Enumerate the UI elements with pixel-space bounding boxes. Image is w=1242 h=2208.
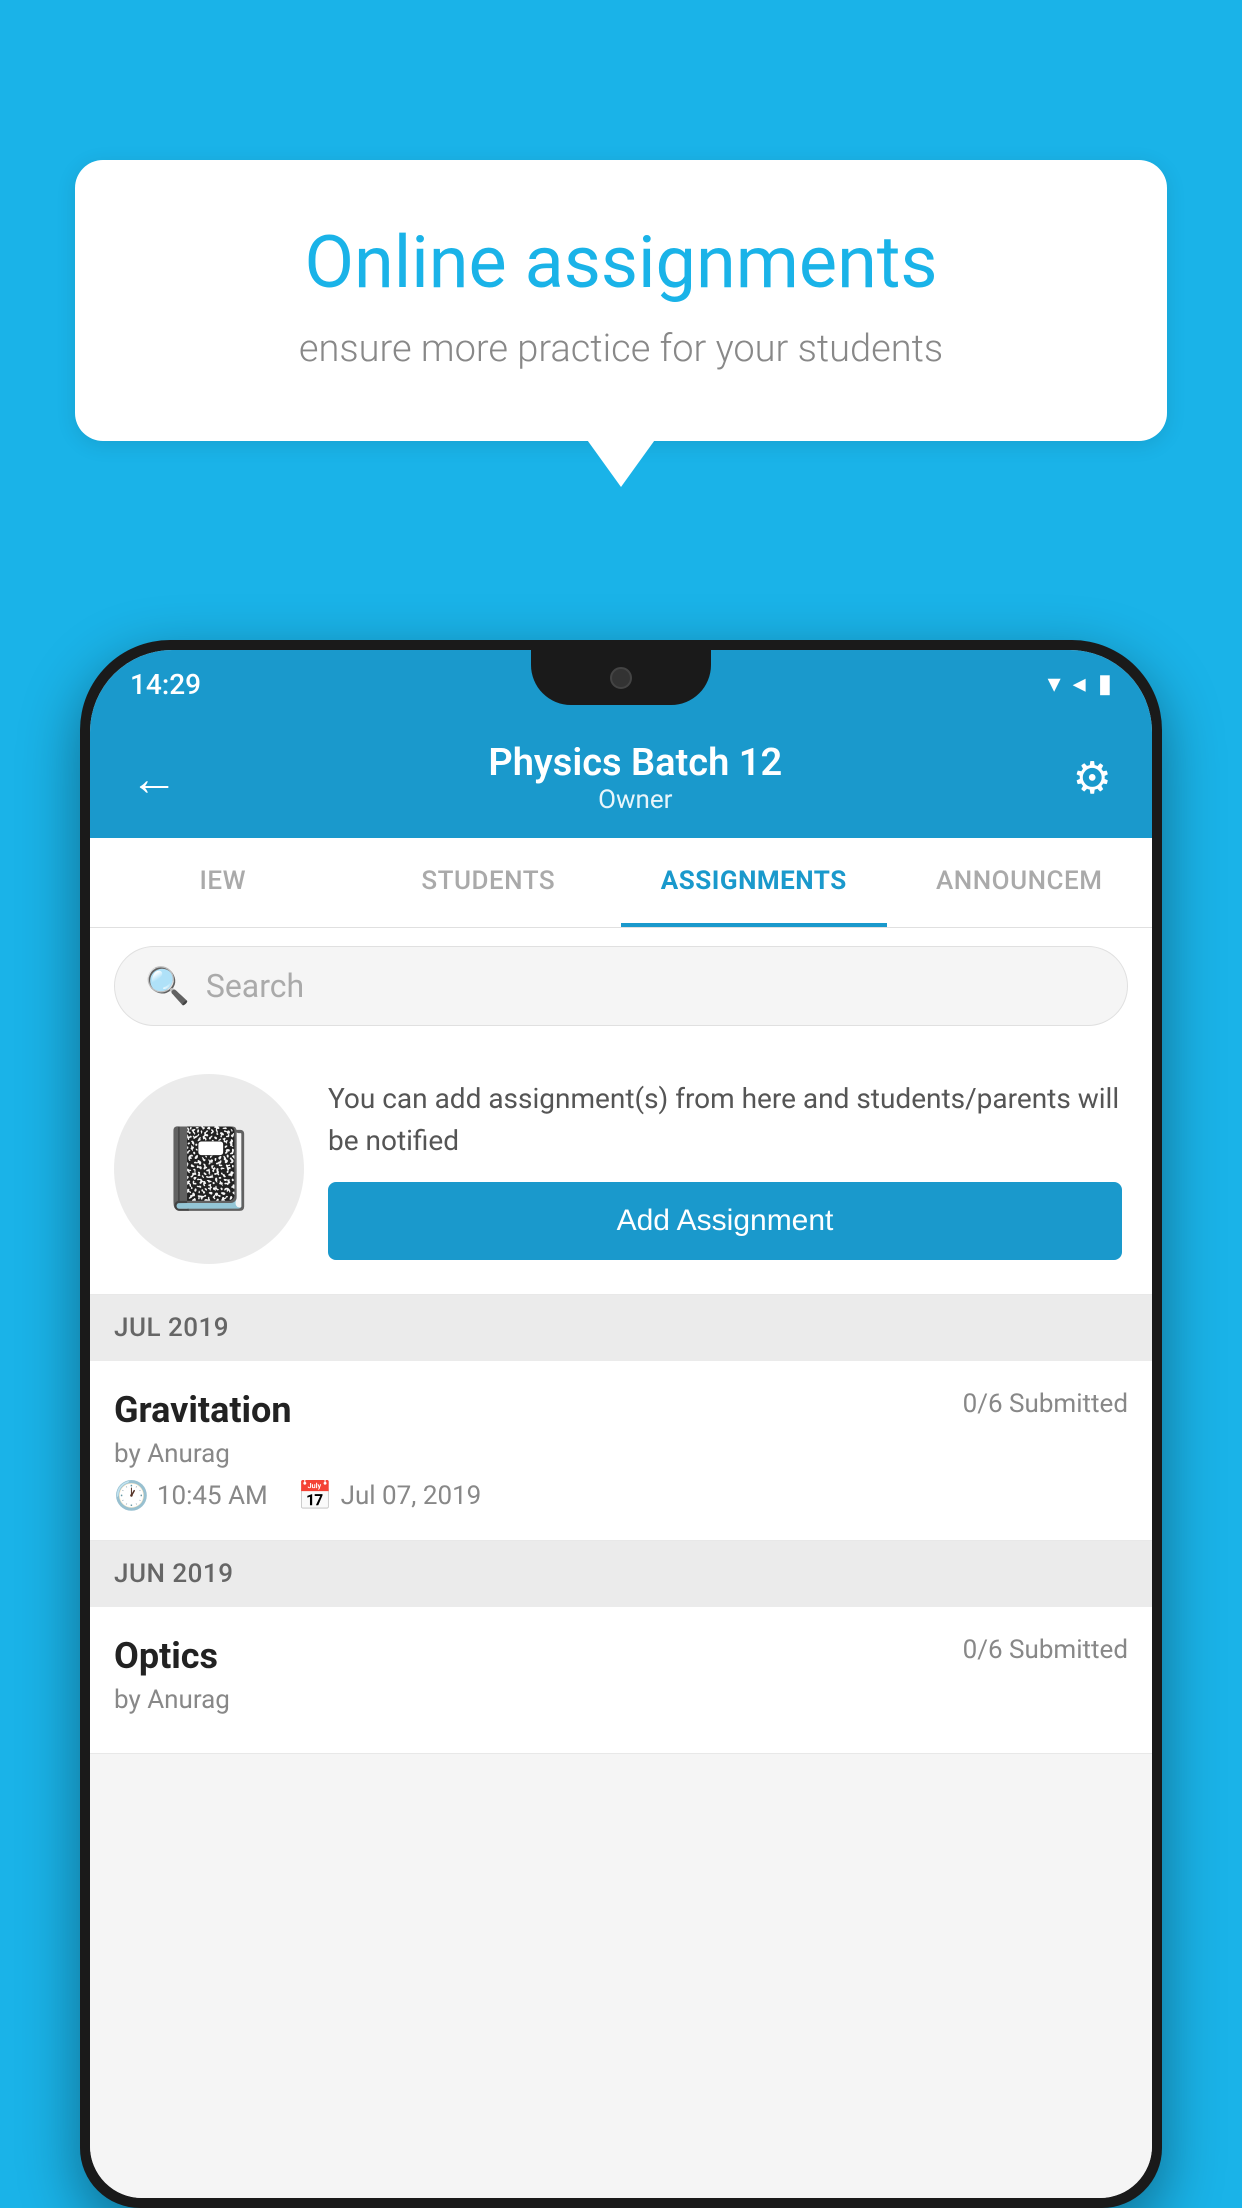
- phone-screen: 14:29 ▾ ◂ ▮ ← Physics Batch 12 Owner ⚙ I…: [90, 650, 1152, 2198]
- assignment-meta-gravitation: 🕐 10:45 AM 📅 Jul 07, 2019: [114, 1479, 1128, 1512]
- assignment-submitted-gravitation: 0/6 Submitted: [963, 1389, 1128, 1419]
- assignment-author-gravitation: by Anurag: [114, 1439, 1128, 1469]
- bubble-title: Online assignments: [145, 220, 1097, 305]
- search-bar-container: 🔍 Search: [90, 928, 1152, 1044]
- assignment-time-value: 10:45 AM: [157, 1481, 268, 1511]
- section-jun-2019: JUN 2019: [90, 1541, 1152, 1607]
- signal-icon: ◂: [1073, 669, 1086, 699]
- assignment-item-gravitation[interactable]: Gravitation 0/6 Submitted by Anurag 🕐 10…: [90, 1361, 1152, 1541]
- status-time: 14:29: [130, 668, 201, 701]
- app-bar: ← Physics Batch 12 Owner ⚙: [90, 718, 1152, 838]
- status-bar: 14:29 ▾ ◂ ▮: [90, 650, 1152, 718]
- assignment-date-value: Jul 07, 2019: [341, 1481, 482, 1511]
- notch: [531, 650, 711, 705]
- bubble-subtitle: ensure more practice for your students: [145, 327, 1097, 371]
- app-bar-title-section: Physics Batch 12 Owner: [198, 741, 1073, 815]
- promo-card: 📓 You can add assignment(s) from here an…: [90, 1044, 1152, 1295]
- content-area: 🔍 Search 📓 You can add assignment(s) fro…: [90, 928, 1152, 2198]
- clock-icon: 🕐: [114, 1479, 149, 1512]
- assignment-title-gravitation: Gravitation: [114, 1389, 292, 1431]
- notebook-icon: 📓: [159, 1122, 259, 1216]
- promo-description: You can add assignment(s) from here and …: [328, 1078, 1122, 1162]
- app-bar-subtitle: Owner: [198, 785, 1073, 815]
- section-jul-2019: JUL 2019: [90, 1295, 1152, 1361]
- assignment-item-optics[interactable]: Optics 0/6 Submitted by Anurag: [90, 1607, 1152, 1754]
- add-assignment-button[interactable]: Add Assignment: [328, 1182, 1122, 1260]
- phone-mockup: 14:29 ▾ ◂ ▮ ← Physics Batch 12 Owner ⚙ I…: [80, 640, 1162, 2208]
- tab-assignments[interactable]: ASSIGNMENTS: [621, 838, 887, 927]
- status-icons: ▾ ◂ ▮: [1048, 669, 1112, 699]
- promo-content: You can add assignment(s) from here and …: [328, 1078, 1122, 1260]
- back-button[interactable]: ←: [130, 750, 178, 807]
- promo-icon-circle: 📓: [114, 1074, 304, 1264]
- settings-icon[interactable]: ⚙: [1073, 752, 1112, 804]
- tab-iew[interactable]: IEW: [90, 838, 356, 927]
- search-placeholder: Search: [206, 967, 304, 1005]
- search-bar[interactable]: 🔍 Search: [114, 946, 1128, 1026]
- tab-students[interactable]: STUDENTS: [356, 838, 622, 927]
- assignment-time: 🕐 10:45 AM: [114, 1479, 268, 1512]
- battery-icon: ▮: [1098, 669, 1112, 699]
- tabs-bar: IEW STUDENTS ASSIGNMENTS ANNOUNCEM: [90, 838, 1152, 928]
- speech-bubble: Online assignments ensure more practice …: [75, 160, 1167, 441]
- search-icon: 🔍: [145, 965, 190, 1007]
- assignment-author-optics: by Anurag: [114, 1685, 1128, 1715]
- assignment-submitted-optics: 0/6 Submitted: [963, 1635, 1128, 1665]
- camera: [610, 667, 632, 689]
- app-bar-title: Physics Batch 12: [198, 741, 1073, 785]
- tab-announcements[interactable]: ANNOUNCEM: [887, 838, 1153, 927]
- assignment-top-row: Gravitation 0/6 Submitted: [114, 1389, 1128, 1431]
- speech-bubble-container: Online assignments ensure more practice …: [75, 160, 1167, 441]
- calendar-icon: 📅: [298, 1479, 333, 1512]
- assignment-date: 📅 Jul 07, 2019: [298, 1479, 482, 1512]
- assignment-title-optics: Optics: [114, 1635, 218, 1677]
- assignment-top-row-optics: Optics 0/6 Submitted: [114, 1635, 1128, 1677]
- wifi-icon: ▾: [1048, 669, 1061, 699]
